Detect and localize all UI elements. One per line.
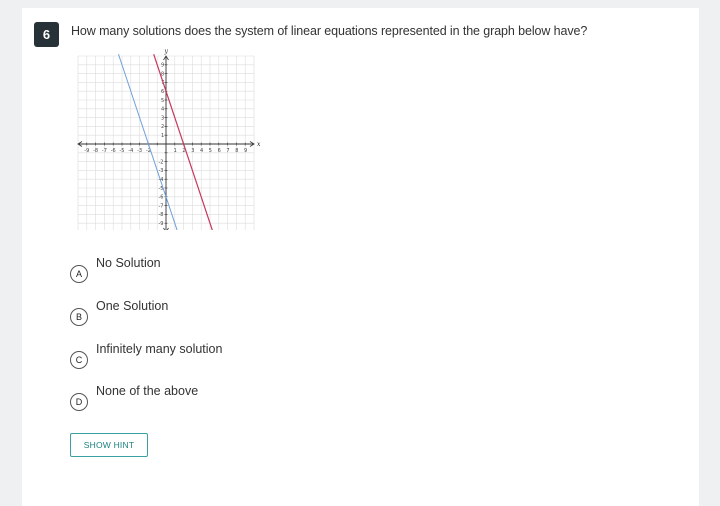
question-text: How many solutions does the system of li… [71, 24, 588, 38]
option-d-label: None of the above [96, 384, 199, 398]
x-tick-label: 5 [209, 148, 212, 154]
y-axis-label: y [164, 48, 169, 55]
y-tick-label: 5 [161, 98, 164, 104]
x-tick-label: -4 [128, 148, 133, 154]
graph-axes: xy [77, 48, 261, 230]
question-number-badge: 6 [34, 22, 59, 47]
x-tick-label: -3 [137, 148, 142, 154]
x-tick-label: -7 [102, 148, 107, 154]
y-tick-label: 4 [161, 107, 164, 113]
y-tick-label: -2 [159, 159, 164, 165]
show-hint-button[interactable]: SHOW HINT [70, 433, 148, 457]
y-tick-label: 3 [161, 115, 164, 121]
x-axis-label: x [257, 141, 261, 148]
x-tick-label: -6 [111, 148, 116, 154]
x-tick-label: 7 [226, 148, 229, 154]
x-tick-label: 1 [174, 148, 177, 154]
coordinate-graph: xy -9 -8 -7 -6 -5 -4 -3 -2 1 2 3 4 5 6 7 8 9987654321-2-… [77, 48, 261, 230]
x-tick-label: -5 [120, 148, 125, 154]
y-tick-label: -8 [159, 212, 164, 218]
x-tick-label: 4 [200, 148, 203, 154]
x-tick-label: 6 [218, 148, 221, 154]
option-a-circle[interactable]: A [70, 265, 88, 283]
option-d-circle[interactable]: D [70, 393, 88, 411]
x-tick-label: 8 [235, 148, 238, 154]
option-a-label: No Solution [96, 256, 161, 270]
option-b-circle[interactable]: B [70, 308, 88, 326]
x-tick-label: -9 [84, 148, 89, 154]
y-tick-label: -6 [159, 195, 164, 201]
option-c-circle[interactable]: C [70, 351, 88, 369]
x-tick-label: 9 [244, 148, 247, 154]
option-d[interactable]: D None of the above [70, 384, 370, 417]
option-c-label: Infinitely many solution [96, 342, 223, 356]
y-tick-label: 1 [161, 133, 164, 139]
question-card: 6 How many solutions does the system of … [22, 8, 699, 506]
x-tick-label: -8 [93, 148, 98, 154]
x-tick-label: 3 [191, 148, 194, 154]
y-tick-label: -9 [159, 221, 164, 227]
option-b-label: One Solution [96, 299, 169, 313]
option-c[interactable]: C Infinitely many solution [70, 342, 370, 375]
option-b[interactable]: B One Solution [70, 299, 370, 332]
y-tick-label: 2 [161, 124, 164, 130]
y-tick-label: -3 [159, 168, 164, 174]
y-tick-label: 9 [161, 63, 164, 69]
y-tick-label: 6 [161, 89, 164, 95]
option-a[interactable]: A No Solution [70, 256, 370, 289]
y-tick-label: -7 [159, 203, 164, 209]
